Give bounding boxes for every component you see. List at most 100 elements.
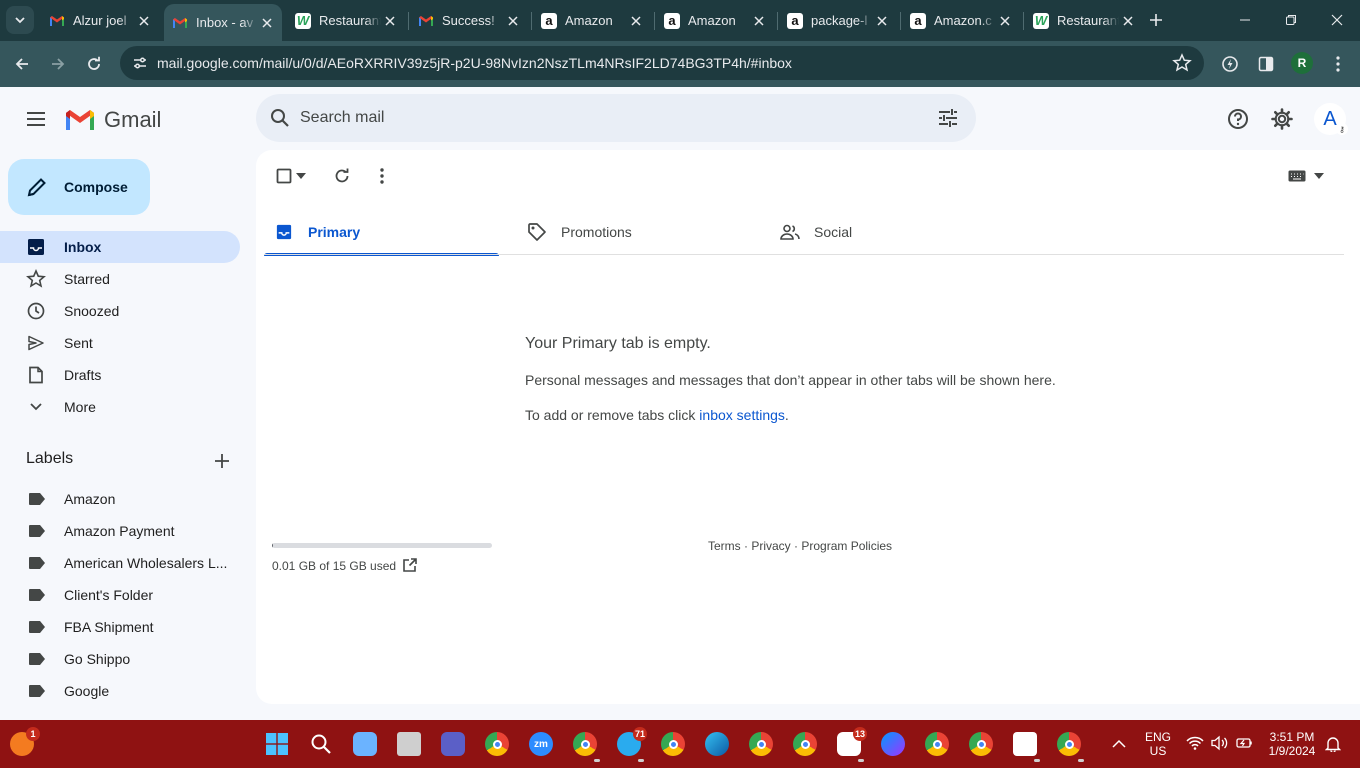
slack-icon[interactable]: 13 bbox=[837, 727, 867, 756]
bookmark-star-icon[interactable] bbox=[1172, 53, 1192, 73]
close-tab-icon[interactable] bbox=[1121, 13, 1135, 29]
create-label-button[interactable] bbox=[210, 449, 234, 473]
close-window-button[interactable] bbox=[1314, 0, 1360, 40]
select-dropdown[interactable] bbox=[292, 164, 310, 188]
sidebar-item-starred[interactable]: Starred bbox=[0, 263, 240, 295]
search-input[interactable] bbox=[300, 104, 900, 132]
open-external-icon[interactable] bbox=[402, 557, 418, 573]
close-tab-icon[interactable] bbox=[629, 13, 643, 29]
terms-link[interactable]: Terms bbox=[708, 539, 741, 553]
close-tab-icon[interactable] bbox=[137, 13, 151, 29]
browser-profile-avatar[interactable]: R bbox=[1291, 52, 1313, 74]
telegram-icon[interactable]: 71 bbox=[617, 727, 647, 756]
search-icon[interactable] bbox=[309, 732, 333, 756]
close-tab-icon[interactable] bbox=[998, 13, 1012, 29]
more-options-button[interactable] bbox=[370, 164, 394, 188]
chrome-icon[interactable] bbox=[573, 732, 597, 756]
browser-tab[interactable]: a Amazon.c bbox=[902, 5, 1020, 36]
browser-tab[interactable]: a Amazon bbox=[656, 5, 774, 36]
chrome-icon[interactable] bbox=[793, 732, 817, 756]
battery-status[interactable] bbox=[1236, 735, 1254, 756]
side-panel-button[interactable] bbox=[1252, 50, 1280, 78]
zoom-icon[interactable]: zm bbox=[529, 732, 553, 756]
chrome-icon[interactable] bbox=[661, 732, 685, 756]
task-view-icon[interactable] bbox=[397, 732, 421, 756]
inbox-settings-link[interactable]: inbox settings bbox=[699, 407, 785, 423]
back-button[interactable] bbox=[6, 48, 38, 80]
chrome-icon[interactable] bbox=[925, 732, 949, 756]
minimize-button[interactable] bbox=[1222, 0, 1268, 40]
reload-button[interactable] bbox=[78, 48, 110, 80]
label-item[interactable]: Client's Folder bbox=[0, 579, 240, 611]
forward-button[interactable] bbox=[42, 48, 74, 80]
close-tab-icon[interactable] bbox=[506, 13, 520, 29]
refresh-button[interactable] bbox=[330, 164, 354, 188]
chrome-icon[interactable] bbox=[1057, 732, 1081, 756]
sidebar-item-drafts[interactable]: Drafts bbox=[0, 359, 240, 391]
label-item[interactable]: Go Shippo bbox=[0, 643, 240, 675]
browser-tab[interactable]: a Amazon bbox=[533, 5, 651, 36]
teams-meet-icon[interactable] bbox=[441, 732, 465, 756]
amazon-icon: a bbox=[541, 12, 557, 29]
chrome-icon[interactable] bbox=[485, 732, 509, 756]
browser-tab[interactable]: Alzur joel bbox=[41, 5, 159, 36]
browser-menu-button[interactable] bbox=[1324, 50, 1352, 78]
help-icon bbox=[1228, 109, 1248, 129]
browser-tab[interactable]: W Restaurant bbox=[287, 5, 405, 36]
label-item[interactable]: Google bbox=[0, 675, 240, 707]
site-settings-icon[interactable] bbox=[128, 51, 152, 75]
fox-app-icon[interactable]: 1 bbox=[10, 727, 40, 756]
compose-button[interactable]: Compose bbox=[8, 159, 150, 215]
sidebar-item-sent[interactable]: Sent bbox=[0, 327, 240, 359]
browser-tab[interactable]: Inbox - av bbox=[164, 4, 282, 41]
sidebar-item-snoozed[interactable]: Snoozed bbox=[0, 295, 240, 327]
settings-button[interactable] bbox=[1266, 103, 1298, 135]
gmail-logo[interactable]: Gmail bbox=[64, 105, 161, 135]
label-item[interactable]: FBA Shipment bbox=[0, 611, 240, 643]
close-tab-icon[interactable] bbox=[260, 15, 274, 31]
label-item[interactable]: Amazon Payment bbox=[0, 515, 240, 547]
support-button[interactable] bbox=[1222, 103, 1254, 135]
restore-button[interactable] bbox=[1268, 0, 1314, 40]
browser-tab[interactable]: W Restaurant bbox=[1025, 5, 1143, 36]
chrome-icon[interactable] bbox=[749, 732, 773, 756]
address-bar[interactable]: mail.google.com/mail/u/0/d/AEoRXRRIV39z5… bbox=[120, 46, 1204, 80]
tab-social[interactable]: Social bbox=[770, 208, 1005, 256]
search-icon[interactable] bbox=[268, 106, 292, 130]
browser-tab[interactable]: Success! bbox=[410, 5, 528, 36]
input-tools-button[interactable] bbox=[1288, 166, 1328, 186]
browser-tab-title: Inbox - av bbox=[196, 15, 254, 30]
edge-icon[interactable] bbox=[705, 732, 729, 756]
close-tab-icon[interactable] bbox=[383, 13, 397, 29]
clock[interactable]: 3:51 PM 1/9/2024 bbox=[1262, 730, 1322, 758]
label-item[interactable]: American Wholesalers L... bbox=[0, 547, 240, 579]
network-status[interactable] bbox=[1186, 736, 1204, 755]
label-item[interactable]: Amazon bbox=[0, 483, 240, 515]
search-bar[interactable] bbox=[256, 94, 976, 142]
account-avatar[interactable]: A ⚷ bbox=[1314, 103, 1348, 135]
new-tab-button[interactable] bbox=[1144, 8, 1168, 32]
copilot-icon[interactable] bbox=[353, 732, 377, 756]
browser-tab[interactable]: a package-l bbox=[779, 5, 897, 36]
show-hidden-icons-button[interactable] bbox=[1112, 736, 1128, 752]
windows-start-icon[interactable] bbox=[265, 732, 289, 756]
snipping-tool-icon[interactable] bbox=[1013, 732, 1037, 756]
program-policies-link[interactable]: Program Policies bbox=[801, 539, 892, 553]
messenger-icon[interactable] bbox=[881, 732, 905, 756]
tab-primary[interactable]: Primary bbox=[264, 208, 499, 256]
chrome-icon[interactable] bbox=[969, 732, 993, 756]
extensions-button[interactable] bbox=[1216, 50, 1244, 78]
sidebar-item-inbox[interactable]: Inbox bbox=[0, 231, 240, 263]
privacy-link[interactable]: Privacy bbox=[751, 539, 790, 553]
close-tab-icon[interactable] bbox=[752, 13, 766, 29]
search-options-icon[interactable] bbox=[936, 106, 960, 130]
sidebar-item-more[interactable]: More bbox=[0, 391, 240, 423]
tab-search-button[interactable] bbox=[6, 6, 34, 34]
volume-status[interactable] bbox=[1211, 735, 1229, 756]
language-indicator[interactable]: ENG US bbox=[1140, 730, 1176, 758]
main-menu-button[interactable] bbox=[20, 103, 52, 135]
url-text[interactable]: mail.google.com/mail/u/0/d/AEoRXRRIV39z5… bbox=[157, 55, 792, 71]
notifications-button[interactable] bbox=[1324, 736, 1342, 757]
tab-promotions[interactable]: Promotions bbox=[517, 208, 752, 256]
close-tab-icon[interactable] bbox=[875, 13, 889, 29]
